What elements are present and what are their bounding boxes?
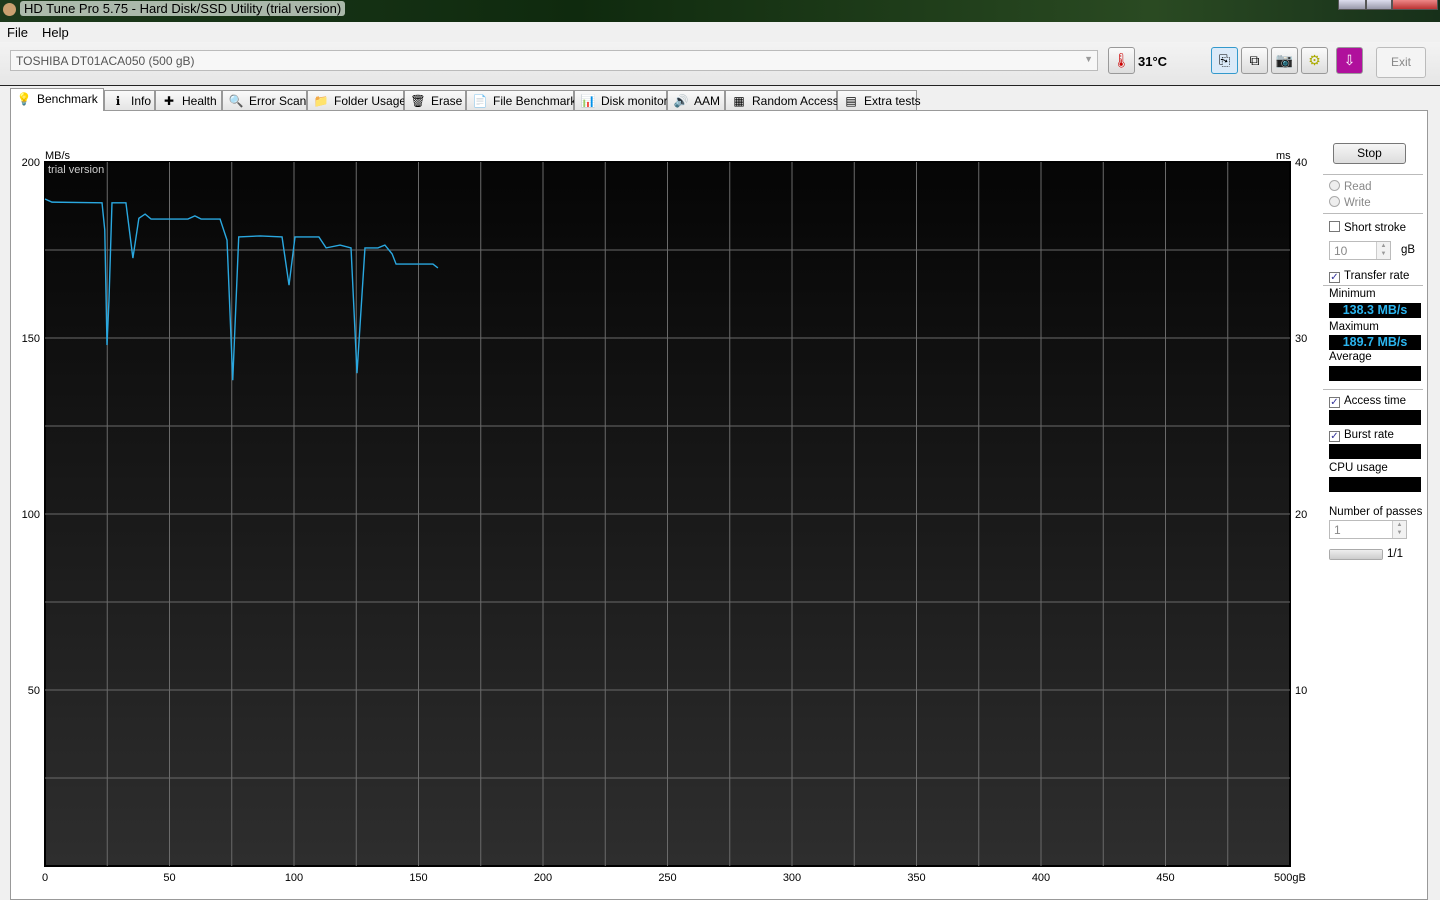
- minimum-value: 138.3 MB/s: [1329, 303, 1421, 318]
- radio-icon: [1329, 196, 1340, 207]
- pass-progress-text: 1/1: [1387, 548, 1403, 560]
- access-time-value: [1329, 410, 1421, 425]
- checkmark-icon: ✓: [1329, 397, 1340, 408]
- average-value: [1329, 366, 1421, 381]
- x-tick-label: 250: [658, 872, 676, 884]
- y-tick-label: 200: [22, 157, 40, 169]
- x-tick-label: 150: [409, 872, 427, 884]
- x-tick-label: 50: [163, 872, 175, 884]
- cpu-usage-label: CPU usage: [1329, 462, 1388, 474]
- transfer-rate-checkbox[interactable]: ✓ Transfer rate: [1329, 270, 1409, 283]
- y2-tick-label: 30: [1295, 333, 1307, 345]
- checkmark-icon: ✓: [1329, 431, 1340, 442]
- spin-arrows-icon[interactable]: ▲ ▼: [1392, 521, 1406, 538]
- read-label: Read: [1344, 181, 1372, 193]
- short-stroke-input[interactable]: 10 ▲ ▼: [1329, 241, 1391, 260]
- average-label: Average: [1329, 351, 1372, 363]
- read-radio[interactable]: Read: [1329, 180, 1372, 193]
- transfer-rate-label: Transfer rate: [1344, 270, 1410, 282]
- y-axis-label: MB/s: [45, 150, 71, 162]
- minimum-label: Minimum: [1329, 288, 1376, 300]
- spin-arrows-icon[interactable]: ▲ ▼: [1376, 242, 1390, 259]
- tab-label: Benchmark: [37, 92, 98, 106]
- passes-input[interactable]: 1 ▲ ▼: [1329, 520, 1407, 539]
- x-tick-label: 100: [285, 872, 303, 884]
- divider: [1323, 174, 1423, 175]
- tab-benchmark[interactable]: 💡 Benchmark: [10, 88, 104, 111]
- checkbox-icon: [1329, 221, 1340, 232]
- watermark-text: trial version: [48, 164, 104, 176]
- pass-progress-bar: [1329, 549, 1383, 560]
- x-tick-label: 300: [783, 872, 801, 884]
- stop-button[interactable]: Stop: [1333, 143, 1406, 164]
- burst-rate-checkbox[interactable]: ✓ Burst rate: [1329, 429, 1394, 442]
- y-tick-label: 50: [28, 685, 40, 697]
- x-tick-label: 350: [907, 872, 925, 884]
- short-stroke-checkbox[interactable]: Short stroke: [1329, 221, 1406, 234]
- checkmark-icon: ✓: [1329, 272, 1340, 283]
- passes-value: 1: [1334, 523, 1341, 537]
- access-time-checkbox[interactable]: ✓ Access time: [1329, 395, 1406, 408]
- divider: [1323, 285, 1423, 286]
- radio-selected-icon: [1329, 180, 1340, 191]
- cpu-usage-value: [1329, 477, 1421, 492]
- divider: [1323, 213, 1423, 214]
- gb-unit: gB: [1401, 244, 1416, 256]
- write-radio[interactable]: Write: [1329, 196, 1371, 209]
- y-tick-label: 100: [22, 509, 40, 521]
- x-tick-label: 450: [1156, 872, 1174, 884]
- transfer-rate-chart: trial version MB/s ms 0 50 100 150 200 250 300 350…: [22, 150, 1308, 884]
- pass-progress-fill: [1330, 550, 1382, 559]
- x-tick-label: 200: [534, 872, 552, 884]
- short-stroke-value: 10: [1334, 244, 1348, 258]
- y2-tick-label: 10: [1295, 685, 1307, 697]
- x-tick-label: 500gB: [1274, 872, 1306, 884]
- burst-rate-label: Burst rate: [1344, 429, 1394, 441]
- maximum-value: 189.7 MB/s: [1329, 335, 1421, 350]
- x-tick-label: 0: [42, 872, 48, 884]
- lightbulb-icon: 💡: [16, 92, 32, 106]
- write-label: Write: [1344, 197, 1371, 209]
- maximum-label: Maximum: [1329, 321, 1379, 333]
- x-tick-label: 400: [1032, 872, 1050, 884]
- passes-label: Number of passes: [1329, 506, 1423, 518]
- y2-tick-label: 20: [1295, 509, 1307, 521]
- access-time-label: Access time: [1344, 395, 1406, 407]
- burst-rate-value: [1329, 444, 1421, 459]
- y-tick-label: 150: [22, 333, 40, 345]
- y2-axis-label: ms: [1276, 150, 1291, 162]
- short-stroke-label: Short stroke: [1344, 222, 1406, 234]
- divider: [1323, 389, 1423, 390]
- y2-tick-label: 40: [1295, 157, 1307, 169]
